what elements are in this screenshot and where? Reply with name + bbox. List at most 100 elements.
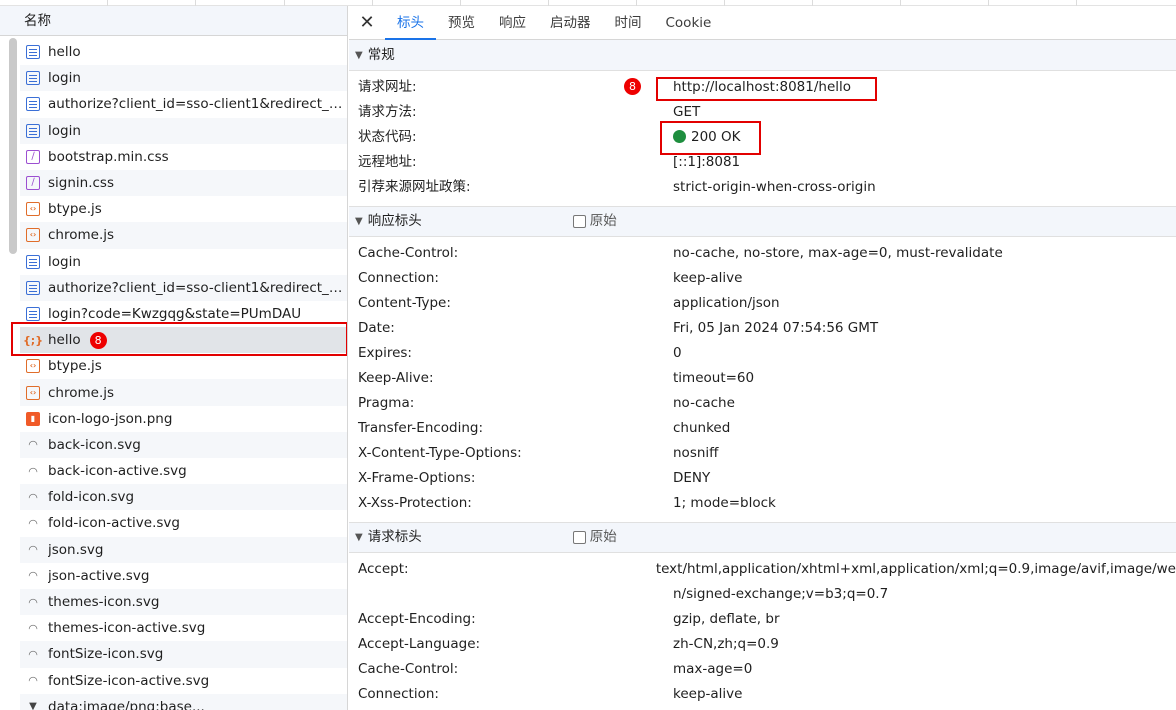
request-row[interactable]: ‹› btype.js [20, 196, 347, 222]
request-headers-section-header[interactable]: ▼ 请求标头 原始 [349, 522, 1176, 553]
request-row[interactable]: authorize?client_id=sso-client1&redirect… [20, 274, 347, 301]
request-row[interactable]: ◠ back-icon.svg [20, 431, 347, 458]
request-name: chrome.js [48, 384, 115, 401]
header-row: Pragma: no-cache [349, 391, 1176, 416]
close-icon[interactable]: ✕ [349, 12, 385, 33]
scrollbar-thumb[interactable] [9, 38, 17, 254]
raw-label: 原始 [589, 529, 617, 545]
header-value: zh-CN,zh;q=0.9 [673, 636, 779, 652]
header-key: Accept-Language: [358, 636, 481, 652]
request-row[interactable]: ◠ fold-icon-active.svg [20, 510, 347, 536]
document-icon [26, 71, 40, 86]
raw-toggle-request[interactable]: 原始 [572, 522, 617, 553]
request-row[interactable]: login [20, 249, 347, 275]
script-icon: ‹› [26, 202, 40, 217]
header-value: keep-alive [673, 686, 743, 702]
tab-4[interactable]: 时间 [603, 6, 654, 40]
header-value: nosniff [673, 445, 719, 461]
header-key: Connection: [358, 270, 439, 286]
general-section-title: 常规 [367, 46, 395, 63]
request-name: fontSize-icon-active.svg [48, 672, 210, 689]
request-row[interactable]: ◠ json-active.svg [20, 563, 347, 589]
request-list: hello login authorize?client_id=sso-client… [20, 39, 347, 710]
request-row[interactable]: ◠ json.svg [20, 536, 347, 563]
request-name: login [48, 253, 81, 270]
tab-5[interactable]: Cookie [654, 6, 724, 40]
header-row: 请求方法: GET [349, 100, 1176, 125]
request-name: themes-icon-active.svg [48, 620, 206, 637]
header-row: X-Content-Type-Options: nosniff [349, 441, 1176, 466]
request-row[interactable]: ◠ back-icon-active.svg [20, 458, 347, 484]
checkbox[interactable] [572, 531, 586, 544]
request-row[interactable]: authorize?client_id=sso-client1&redirect… [20, 91, 347, 117]
tab-1[interactable]: 预览 [436, 6, 487, 40]
name-column-header[interactable]: 名称 [0, 6, 347, 36]
request-row[interactable]: ‹› chrome.js [20, 222, 347, 249]
svg-image-icon: ◠ [28, 516, 38, 530]
header-key: 远程地址: [358, 154, 417, 170]
header-value: chunked [673, 420, 731, 436]
header-row: Cache-Control: no-cache, no-store, max-ag… [349, 241, 1176, 266]
request-row[interactable]: ∕ signin.css [20, 169, 347, 197]
header-row: X-Frame-Options: DENY [349, 466, 1176, 491]
header-row: Expires: 0 [349, 341, 1176, 366]
header-row: Accept-Language: zh-CN,zh;q=0.9 [349, 632, 1176, 657]
tab-3[interactable]: 启动器 [538, 6, 603, 40]
request-row[interactable]: ◠ fold-icon.svg [20, 484, 347, 511]
request-row[interactable]: ◠ fontSize-icon-active.svg [20, 668, 347, 694]
request-name: themes-icon.svg [48, 594, 160, 611]
request-row[interactable]: ▼ data:image/png;base... [20, 693, 347, 710]
header-row: X-Xss-Protection: 1; mode=block [349, 491, 1176, 516]
request-row[interactable]: ◠ fontSize-icon.svg [20, 641, 347, 668]
request-row[interactable]: login [20, 65, 347, 92]
checkbox[interactable] [572, 215, 586, 228]
header-key: Accept-Encoding: [358, 611, 476, 627]
request-url-highlight [656, 77, 877, 101]
request-name: fold-icon-active.svg [48, 515, 180, 532]
request-row[interactable]: login [20, 117, 347, 144]
tab-2[interactable]: 响应 [487, 6, 538, 40]
header-value: n/signed-exchange;v=b3;q=0.7 [673, 586, 889, 602]
scrollbar-track[interactable] [0, 36, 20, 710]
raw-label: 原始 [589, 213, 617, 229]
tab-0[interactable]: 标头 [385, 6, 436, 40]
header-row: Connection: keep-alive [349, 682, 1176, 707]
request-name: json.svg [48, 541, 104, 558]
header-key [349, 582, 673, 607]
request-row[interactable]: ◠ themes-icon.svg [20, 588, 347, 616]
svg-image-icon: ◠ [28, 569, 38, 583]
header-value: Fri, 05 Jan 2024 07:54:56 GMT [673, 320, 879, 336]
svg-image-icon: ◠ [28, 674, 38, 688]
request-name: json-active.svg [48, 567, 150, 584]
selected-request-highlight [11, 322, 347, 356]
document-icon [26, 254, 40, 269]
response-header-rows: Cache-Control: no-cache, no-store, max-ag… [349, 237, 1176, 522]
request-row[interactable]: hello [20, 39, 347, 65]
header-row: Date: Fri, 05 Jan 2024 07:54:56 GMT [349, 316, 1176, 341]
response-headers-section-header[interactable]: ▼ 响应标头 原始 [349, 206, 1176, 237]
caret-down-icon: ▼ [355, 49, 363, 61]
header-row: 状态代码: 200 OK [349, 125, 1176, 150]
header-row: Accept: text/html,application/xhtml+xml,a… [349, 557, 1176, 582]
request-name: btype.js [48, 201, 102, 218]
header-row: 引荐来源网址政策: strict-origin-when-cross-origin [349, 175, 1176, 200]
svg-image-icon: ◠ [28, 621, 38, 635]
request-row[interactable]: ▮ icon-logo-json.png [20, 406, 347, 432]
svg-image-icon: ◠ [28, 647, 38, 661]
status-code-highlight [660, 121, 761, 155]
raw-toggle-response[interactable]: 原始 [572, 206, 617, 237]
general-section-header[interactable]: ▼ 常规 [349, 40, 1176, 71]
request-row[interactable]: ◠ themes-icon-active.svg [20, 615, 347, 641]
response-headers-title: 响应标头 [367, 213, 422, 229]
request-name: signin.css [48, 175, 114, 192]
caret-down-icon: ▼ [355, 532, 363, 543]
document-icon [26, 97, 40, 112]
svg-image-icon: ◠ [28, 464, 38, 478]
request-row[interactable]: ∕ bootstrap.min.css [20, 144, 347, 170]
header-key: Cache-Control: [358, 661, 459, 677]
request-row[interactable]: ‹› chrome.js [20, 379, 347, 406]
request-list-panel: 名称 hello login authorize?client_id=sso-cli… [0, 6, 348, 710]
header-value: 0 [673, 345, 682, 361]
request-row[interactable]: ‹› btype.js [20, 353, 347, 379]
request-name: fold-icon.svg [48, 489, 135, 506]
